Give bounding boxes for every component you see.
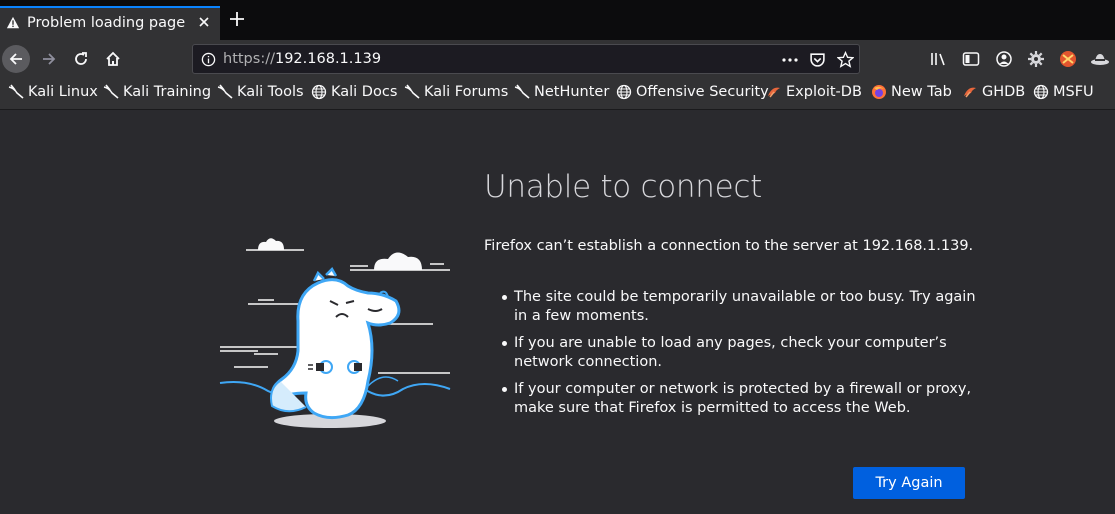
exploit-db-icon (964, 87, 976, 98)
list-item: If you are unable to load any pages, che… (502, 334, 984, 372)
url-scheme: https:// (223, 51, 275, 67)
bookmark-item[interactable]: New Tab (871, 84, 952, 100)
tab-strip: Problem loading page (0, 0, 1115, 40)
extension-badge-icon[interactable] (1058, 49, 1078, 69)
bookmark-star-icon[interactable] (837, 51, 854, 68)
tab-active[interactable]: Problem loading page (0, 6, 220, 40)
bookmark-item[interactable]: Kali Linux (8, 84, 98, 100)
bookmark-item[interactable]: NetHunter (514, 84, 609, 100)
forward-arrow-icon (43, 53, 56, 65)
error-title: Unable to connect (484, 169, 763, 205)
try-again-button[interactable]: Try Again (853, 467, 965, 499)
bookmark-label: Kali Training (123, 84, 212, 100)
dinosaur-unplugged-illustration (219, 238, 451, 428)
firefox-icon (872, 85, 886, 99)
bookmark-label: Offensive Security (636, 84, 769, 100)
bookmark-label: New Tab (891, 84, 952, 100)
library-icon[interactable] (930, 51, 948, 67)
bookmark-item[interactable]: MSFU (1033, 84, 1094, 100)
back-button[interactable] (2, 45, 30, 73)
kali-dragon-icon (514, 84, 530, 99)
url-host: 192.168.1.139 (274, 51, 382, 67)
bookmark-label: MSFU (1053, 84, 1094, 100)
forward-button[interactable] (36, 46, 62, 72)
kali-dragon-icon (103, 84, 119, 99)
bookmark-item[interactable]: Kali Forums (404, 84, 508, 100)
error-description: Firefox can’t establish a connection to … (484, 238, 974, 254)
kali-dragon-icon (404, 84, 420, 99)
globe-icon (311, 84, 327, 100)
bookmarks-toolbar: Kali Linux Kali Training Kali Tools Kali… (0, 78, 1115, 110)
list-item: If your computer or network is protected… (502, 380, 984, 418)
bookmark-item[interactable]: Offensive Security (616, 84, 769, 100)
bookmark-item[interactable]: Kali Training (103, 84, 211, 100)
tab-title: Problem loading page (27, 15, 186, 31)
account-icon[interactable] (995, 50, 1013, 68)
pocket-icon[interactable] (809, 51, 826, 68)
bookmark-label: NetHunter (534, 84, 610, 100)
kali-dragon-icon (217, 84, 233, 99)
home-icon (106, 51, 120, 66)
bookmark-item[interactable]: Exploit-DB (766, 84, 862, 100)
bookmark-item[interactable]: Kali Docs (311, 84, 397, 100)
page-actions-icon[interactable] (781, 53, 799, 67)
globe-icon (1033, 84, 1049, 100)
bookmark-label: GHDB (982, 84, 1026, 100)
back-arrow-icon (9, 53, 22, 65)
bookmark-label: Kali Tools (237, 84, 304, 100)
exploit-db-icon (768, 87, 780, 98)
suggestions-list: The site could be temporarily unavailabl… (502, 288, 984, 426)
reload-button[interactable] (68, 46, 94, 72)
close-icon[interactable] (196, 14, 212, 30)
home-button[interactable] (100, 46, 126, 72)
bookmark-item[interactable]: Kali Tools (217, 84, 304, 100)
globe-icon (616, 84, 632, 100)
list-item: The site could be temporarily unavailabl… (502, 288, 984, 326)
address-bar[interactable]: https://192.168.1.139 (192, 44, 860, 74)
error-page: Unable to connect Firefox can’t establis… (0, 111, 1115, 514)
extension-hat-icon[interactable] (1090, 52, 1110, 66)
bookmark-label: Kali Forums (424, 84, 509, 100)
sidebar-icon[interactable] (962, 51, 980, 67)
bookmark-label: Kali Linux (28, 84, 98, 100)
bookmark-label: Exploit-DB (786, 84, 862, 100)
bookmark-item[interactable]: GHDB (962, 84, 1025, 100)
kali-dragon-icon (8, 84, 24, 99)
url-text[interactable]: https://192.168.1.139 (223, 51, 381, 67)
extension-gear-icon[interactable] (1027, 50, 1045, 68)
bookmark-label: Kali Docs (331, 84, 398, 100)
warning-icon (6, 16, 20, 29)
reload-icon (75, 52, 87, 65)
info-icon[interactable] (201, 52, 216, 67)
new-tab-icon[interactable] (228, 10, 246, 28)
navigation-toolbar: https://192.168.1.139 (0, 40, 1115, 78)
